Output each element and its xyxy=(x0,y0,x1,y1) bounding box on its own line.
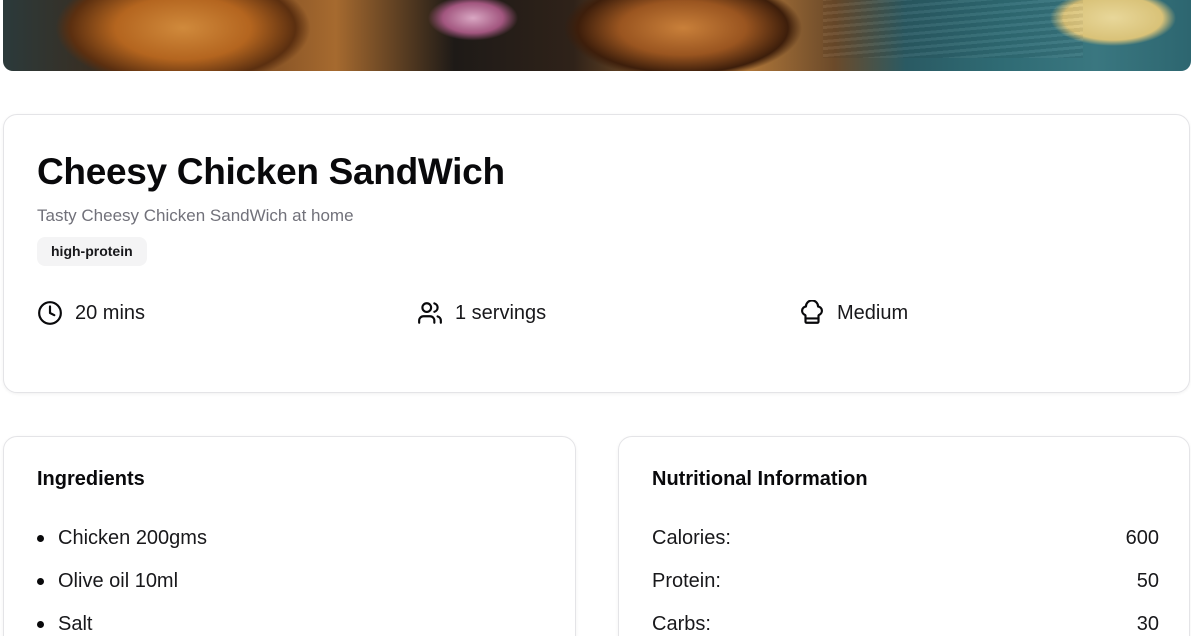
recipe-summary-card: Cheesy Chicken SandWich Tasty Cheesy Chi… xyxy=(3,114,1190,393)
nutrition-value: 50 xyxy=(1136,570,1159,592)
meta-difficulty: Medium xyxy=(799,298,908,328)
nutrition-label: Calories: xyxy=(652,527,731,549)
nutrition-value: 600 xyxy=(1125,527,1159,549)
chef-hat-icon xyxy=(801,300,823,324)
users-icon xyxy=(418,302,442,324)
ingredients-card: Ingredients Chicken 200gms Olive oil 10m… xyxy=(3,436,576,636)
nutrition-list: Calories: 600 Protein: 50 Carbs: 30 xyxy=(652,523,1159,636)
meta-servings-label: 1 servings xyxy=(455,301,547,324)
ingredients-list: Chicken 200gms Olive oil 10ml Salt xyxy=(37,523,207,636)
meta-difficulty-label: Medium xyxy=(837,301,909,324)
nutrition-value: 30 xyxy=(1136,613,1159,635)
recipe-page: Cheesy Chicken SandWich Tasty Cheesy Chi… xyxy=(0,0,1191,636)
nutrition-title: Nutritional Information xyxy=(652,468,868,490)
ingredients-title: Ingredients xyxy=(37,468,145,490)
nutrition-row: Carbs: 30 xyxy=(652,609,1159,636)
nutrition-label: Carbs: xyxy=(652,613,711,635)
clock-icon xyxy=(38,301,62,325)
hero-texture xyxy=(823,0,1083,58)
tag-badge[interactable]: high-protein xyxy=(37,237,147,266)
meta-time-label: 20 mins xyxy=(75,301,146,324)
recipe-hero-image xyxy=(3,0,1191,71)
ingredient-item: Salt xyxy=(37,609,207,636)
nutrition-row: Calories: 600 xyxy=(652,523,1159,566)
ingredient-item: Olive oil 10ml xyxy=(37,566,207,609)
ingredient-item: Chicken 200gms xyxy=(37,523,207,566)
nutrition-card: Nutritional Information Calories: 600 Pr… xyxy=(618,436,1190,636)
recipe-title: Cheesy Chicken SandWich xyxy=(37,151,505,192)
meta-time: 20 mins xyxy=(37,298,145,328)
recipe-description: Tasty Cheesy Chicken SandWich at home xyxy=(37,206,354,225)
nutrition-row: Protein: 50 xyxy=(652,566,1159,609)
nutrition-label: Protein: xyxy=(652,570,721,592)
meta-servings: 1 servings xyxy=(417,298,546,328)
